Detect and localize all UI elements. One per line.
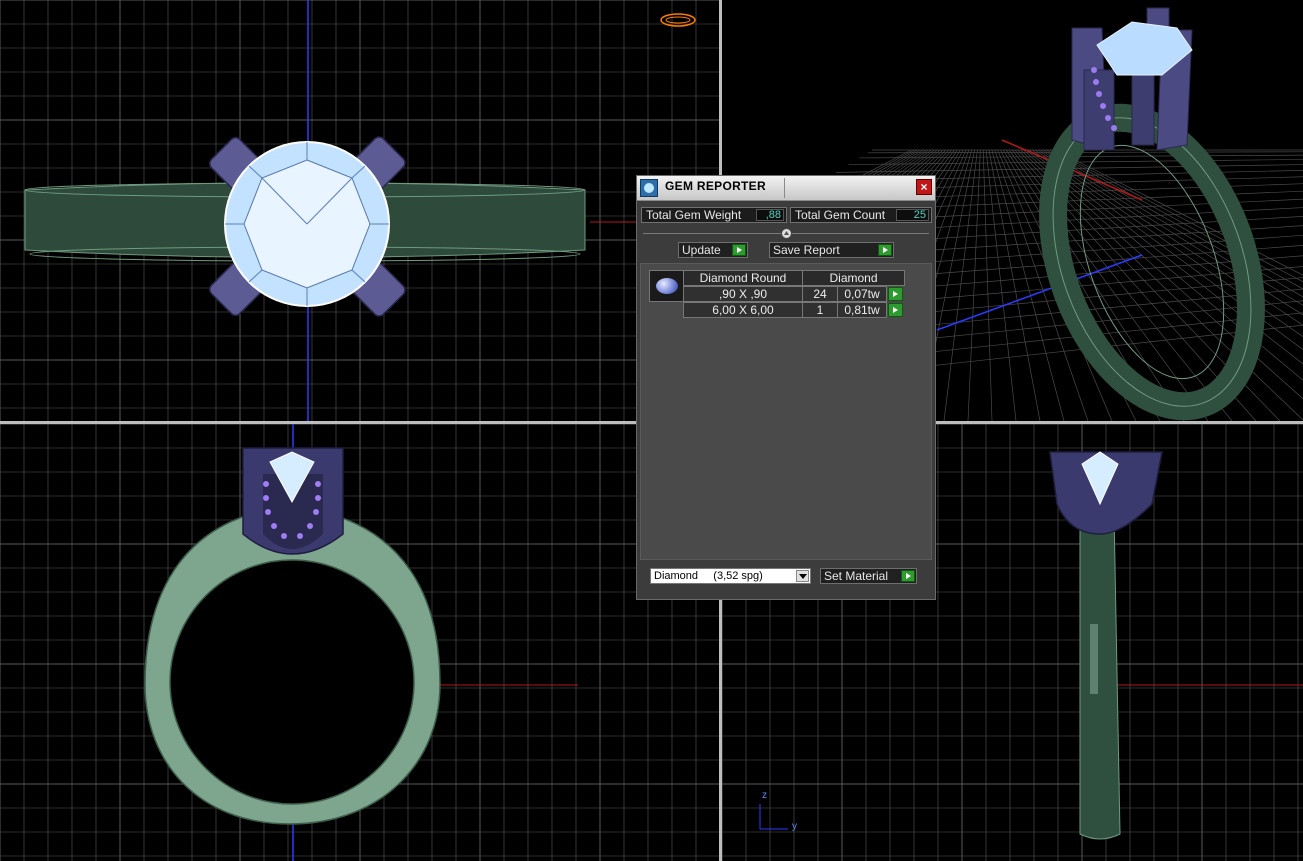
set-material-button[interactable]: Set Material xyxy=(820,568,917,584)
save-report-button[interactable]: Save Report xyxy=(769,242,894,258)
gem-reporter-window: GEM REPORTER × Total Gem Weight ,88 Tota… xyxy=(636,175,936,600)
table-row-count: 1 xyxy=(802,302,838,318)
round-diamond-icon[interactable] xyxy=(649,270,686,302)
table-row-count: 24 xyxy=(802,286,838,302)
select-row-button[interactable] xyxy=(888,303,903,317)
set-material-button-label: Set Material xyxy=(824,569,889,583)
table-row-weight: 0,81tw xyxy=(837,302,887,318)
axis-z-label: z xyxy=(762,790,767,801)
material-select[interactable]: Diamond (3,52 spg) xyxy=(650,568,811,584)
total-gem-count-label: Total Gem Count xyxy=(795,208,886,222)
gem-material-header: Diamond xyxy=(802,270,905,286)
gem-reporter-app-icon xyxy=(640,179,658,197)
play-arrow-icon xyxy=(878,244,892,256)
table-row-size: ,90 X ,90 xyxy=(683,286,803,302)
play-arrow-icon xyxy=(901,570,915,582)
title-bar[interactable]: GEM REPORTER × xyxy=(637,176,935,201)
update-button[interactable]: Update xyxy=(678,242,748,258)
chevron-down-icon[interactable] xyxy=(796,570,809,582)
gem-shape-header: Diamond Round xyxy=(683,270,803,286)
play-arrow-icon xyxy=(732,244,746,256)
axis-y-label: y xyxy=(792,821,797,832)
grid-top-left xyxy=(0,0,719,421)
total-gem-count-field: Total Gem Count 25 xyxy=(790,207,932,223)
viewport-top-left[interactable] xyxy=(0,0,719,421)
select-row-button[interactable] xyxy=(888,287,903,301)
save-report-button-label: Save Report xyxy=(773,243,840,257)
update-button-label: Update xyxy=(682,243,721,257)
title-separator xyxy=(784,178,785,198)
table-row-weight: 0,07tw xyxy=(837,286,887,302)
gem-list-panel: Diamond Round Diamond ,90 X ,90 24 0,07t… xyxy=(640,263,932,560)
grid-front xyxy=(0,424,719,861)
table-row-size: 6,00 X 6,00 xyxy=(683,302,803,318)
window-title: GEM REPORTER xyxy=(665,179,766,193)
total-gem-weight-value: ,88 xyxy=(756,209,784,221)
viewport-bottom-left[interactable] xyxy=(0,424,719,861)
collapse-knob-icon[interactable] xyxy=(781,228,792,239)
total-gem-weight-field: Total Gem Weight ,88 xyxy=(641,207,787,223)
total-gem-weight-label: Total Gem Weight xyxy=(646,208,742,222)
total-gem-count-value: 25 xyxy=(896,209,929,221)
material-select-value: Diamond (3,52 spg) xyxy=(654,570,763,582)
close-icon[interactable]: × xyxy=(916,179,932,195)
